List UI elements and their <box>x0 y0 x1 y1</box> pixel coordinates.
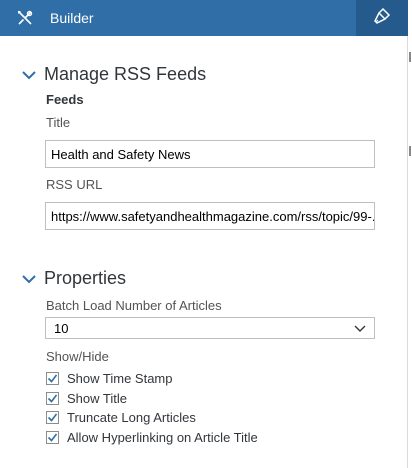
option-truncate-long-articles[interactable]: Truncate Long Articles <box>46 410 196 425</box>
tools-icon[interactable] <box>6 0 44 36</box>
chevron-down-icon <box>354 321 366 336</box>
option-label: Show Title <box>67 391 127 406</box>
feeds-group-label: Feeds <box>46 92 84 107</box>
checkbox[interactable] <box>46 431 59 444</box>
handle-mark <box>409 52 411 62</box>
header-title: Builder <box>50 10 94 26</box>
resize-handle[interactable] <box>408 36 412 468</box>
design-mode-button[interactable] <box>356 0 408 36</box>
option-show-title[interactable]: Show Title <box>46 391 127 406</box>
paintbrush-icon <box>373 7 391 30</box>
chevron-down-icon <box>22 67 38 83</box>
rss-url-input[interactable]: https://www.safetyandhealthmagazine.com/… <box>45 202 375 230</box>
checkbox[interactable] <box>46 411 59 424</box>
option-label: Show Time Stamp <box>67 371 173 386</box>
handle-mark <box>409 146 411 156</box>
option-show-time-stamp[interactable]: Show Time Stamp <box>46 371 173 386</box>
section-title: Manage RSS Feeds <box>44 64 207 84</box>
section-title: Properties <box>44 268 127 288</box>
header-bar: Builder <box>0 0 408 36</box>
chevron-down-icon <box>22 271 38 287</box>
option-label: Truncate Long Articles <box>67 410 196 425</box>
rss-url-label: RSS URL <box>46 177 103 192</box>
checkmark-icon <box>47 374 58 383</box>
feed-title-input[interactable]: Health and Safety News <box>45 140 375 168</box>
builder-panel: Builder Manage RSS Feeds Feeds Title Hea… <box>0 0 408 468</box>
option-label: Allow Hyperlinking on Article Title <box>67 430 258 445</box>
checkmark-icon <box>47 394 58 403</box>
properties-header[interactable]: Properties <box>22 268 126 289</box>
batch-load-label: Batch Load Number of Articles <box>46 298 222 313</box>
manage-rss-feeds-header[interactable]: Manage RSS Feeds <box>22 64 206 85</box>
show-hide-label: Show/Hide <box>46 349 109 364</box>
checkmark-icon <box>47 433 58 442</box>
checkbox[interactable] <box>46 372 59 385</box>
title-label: Title <box>46 115 71 130</box>
checkmark-icon <box>47 413 58 422</box>
batch-load-select[interactable]: 10 <box>45 317 375 339</box>
option-allow-hyperlinking[interactable]: Allow Hyperlinking on Article Title <box>46 430 258 445</box>
batch-load-value: 10 <box>54 320 69 336</box>
checkbox[interactable] <box>46 392 59 405</box>
